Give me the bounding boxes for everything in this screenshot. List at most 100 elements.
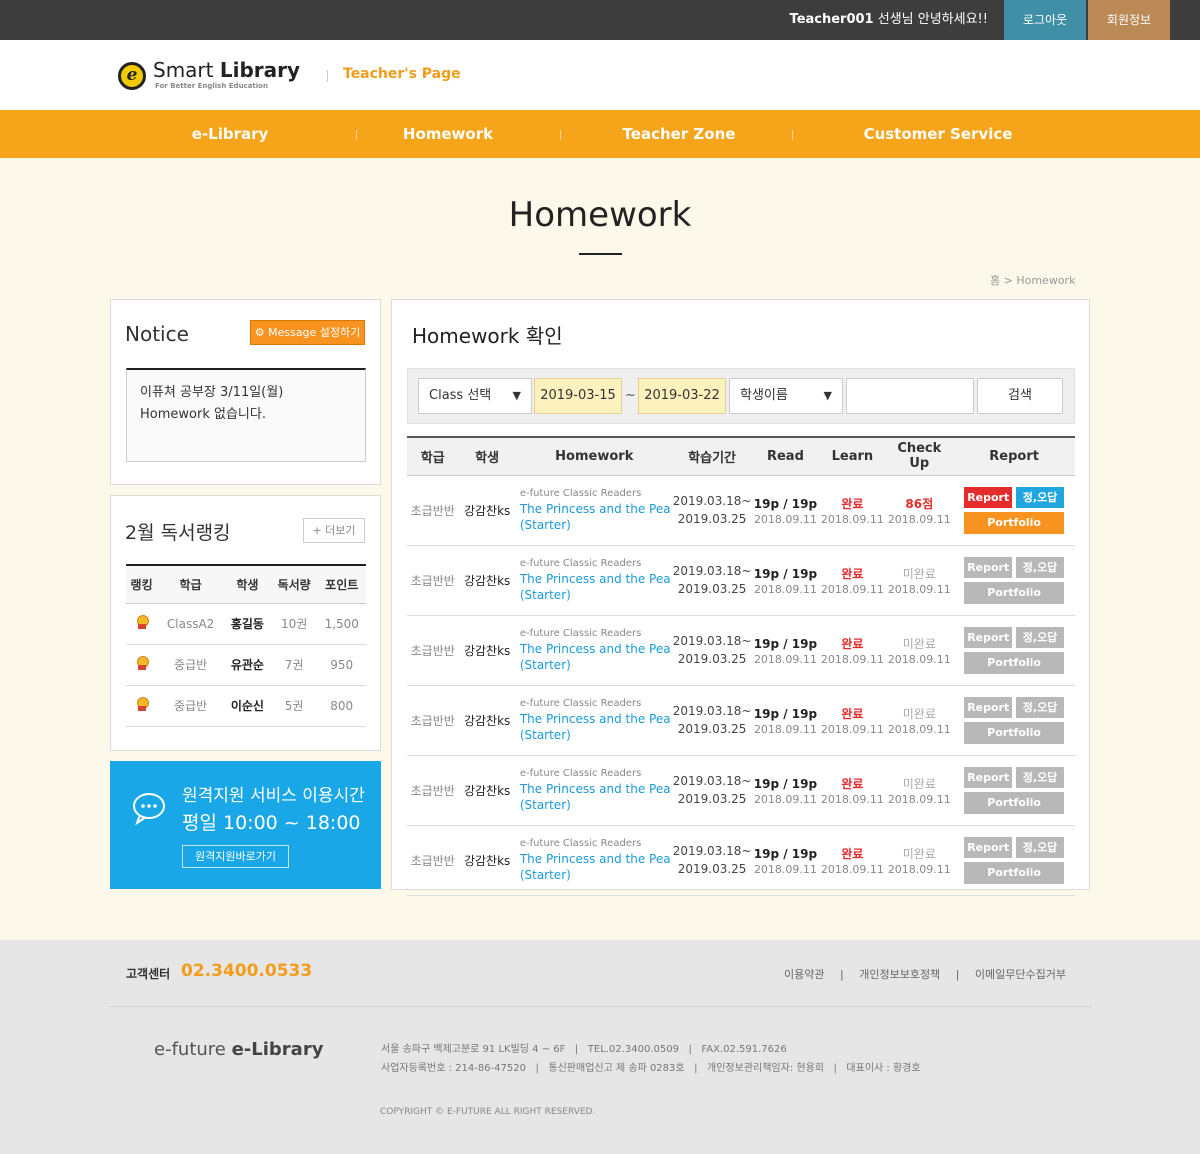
book-title-link[interactable]: The Princess and the Pea (Starter)	[520, 641, 673, 673]
portfolio-button[interactable]: Portfolio	[964, 651, 1065, 674]
learn-status: 완료 2018.09.11	[819, 825, 886, 896]
remote-support-button[interactable]: 원격지원바로가기	[182, 845, 289, 868]
table-row: 초급반반 강감찬ks e-future Classic Readers The Pri…	[407, 545, 1075, 616]
book-title-link[interactable]: The Princess and the Pea (Starter)	[520, 501, 673, 533]
column-header: 독서량	[270, 564, 318, 604]
report-button[interactable]: Report	[964, 696, 1013, 718]
nav-homework[interactable]: Homework	[348, 110, 548, 158]
portfolio-button[interactable]: Portfolio	[964, 721, 1065, 744]
nav-customer-service[interactable]: Customer Service	[838, 110, 1038, 158]
teacher-id: Teacher001	[789, 12, 874, 27]
answers-button[interactable]: 정,오답	[1016, 556, 1065, 578]
search-input[interactable]	[846, 378, 974, 414]
logout-button[interactable]: 로그아웃	[1004, 0, 1086, 40]
support-title: 원격지원 서비스 이용시간	[182, 786, 365, 806]
learn-status: 완료 2018.09.11	[819, 615, 886, 686]
book-title-link[interactable]: The Princess and the Pea (Starter)	[520, 571, 673, 603]
smart-library-logo[interactable]: e Smart Library For Better English Educa…	[118, 58, 308, 94]
report-button[interactable]: Report	[964, 836, 1013, 858]
report-button[interactable]: Report	[964, 626, 1013, 648]
table-row: 초급반반 강감찬ks e-future Classic Readers The Pri…	[407, 685, 1075, 756]
checkup-status: 미완료 2018.09.11	[885, 615, 954, 686]
remote-support-banner: 원격지원 서비스 이용시간 평일 10:00 ~ 18:00 원격지원바로가기	[110, 761, 381, 889]
e-logo-icon: e	[118, 62, 146, 90]
read-status: 19p / 19p 2018.09.11	[751, 755, 820, 826]
portfolio-button[interactable]: Portfolio	[964, 511, 1065, 534]
column-header: 학생	[224, 564, 271, 604]
medal-icon	[136, 615, 149, 629]
company-address: 서울 송파구 백제고분로 91 LK빌딩 4 ~ 6F | TEL.02.340…	[381, 1044, 921, 1074]
column-header: 학습기간	[672, 436, 752, 476]
answers-button[interactable]: 정,오답	[1016, 836, 1065, 858]
student-name: 강감찬ks	[458, 615, 516, 686]
terms-link[interactable]: 이용약관	[784, 968, 824, 981]
portfolio-button[interactable]: Portfolio	[964, 791, 1065, 814]
date-from-field[interactable]: 2019-03-15	[534, 378, 622, 414]
notice-line: Homework 없습니다.	[140, 407, 266, 422]
student-name: 강감찬ks	[458, 755, 516, 826]
teachers-page-label[interactable]: Teacher's Page	[343, 66, 461, 82]
date-to-field[interactable]: 2019-03-22	[638, 378, 726, 414]
read-status: 19p / 19p 2018.09.11	[751, 825, 820, 896]
study-period: 2019.03.18~ 2019.03.25	[672, 825, 752, 896]
notice-title: Notice	[125, 322, 189, 346]
read-status: 19p / 19p 2018.09.11	[751, 685, 820, 756]
book-title-link[interactable]: The Princess and the Pea (Starter)	[520, 781, 673, 813]
student-select[interactable]: 학생이름 ▼	[729, 378, 843, 414]
report-actions: Report 정,오답 Portfolio	[953, 755, 1075, 826]
book-title-link[interactable]: The Princess and the Pea (Starter)	[520, 711, 673, 743]
answers-button[interactable]: 정,오답	[1016, 626, 1065, 648]
footer-divider	[110, 1006, 1092, 1007]
homework-cell: e-future Classic Readers The Princess and…	[515, 615, 673, 686]
search-button[interactable]: 검색	[977, 378, 1063, 414]
customer-center-phone: 02.3400.0533	[181, 961, 313, 981]
privacy-link[interactable]: 개인정보보호정책	[859, 968, 940, 981]
report-button[interactable]: Report	[964, 556, 1013, 578]
checkup-status: 86점 2018.09.11	[885, 475, 954, 546]
footer-logo: e-future e-Library	[154, 1039, 324, 1060]
column-header: Learn	[819, 436, 886, 476]
learn-status: 완료 2018.09.11	[819, 475, 886, 546]
page-title: Homework	[508, 195, 692, 235]
column-header: Read	[751, 436, 820, 476]
nav-e-library[interactable]: e-Library	[130, 110, 330, 158]
study-period: 2019.03.18~ 2019.03.25	[672, 615, 752, 686]
portfolio-button[interactable]: Portfolio	[964, 581, 1065, 604]
ranking-table: 랭킹 학급 학생 독서량 포인트 ClassA2 홍길동 10권 1,500 중급반 유…	[126, 564, 366, 727]
checkup-status: 미완료 2018.09.11	[885, 545, 954, 616]
site-header: e Smart Library For Better English Educa…	[0, 40, 1200, 110]
footer-links: 이용약관 | 개인정보보호정책 | 이메일무단수집거부	[784, 968, 1066, 981]
nav-teacher-zone[interactable]: Teacher Zone	[579, 110, 779, 158]
report-button[interactable]: Report	[964, 766, 1013, 788]
read-status: 19p / 19p 2018.09.11	[751, 615, 820, 686]
class-level: 초급반반	[407, 475, 459, 546]
email-policy-link[interactable]: 이메일무단수집거부	[975, 968, 1066, 981]
nav-separator	[792, 130, 793, 140]
title-underline	[579, 253, 622, 255]
portfolio-button[interactable]: Portfolio	[964, 861, 1065, 884]
medal-icon	[136, 697, 149, 711]
support-hours: 평일 10:00 ~ 18:00	[182, 812, 361, 834]
homework-cell: e-future Classic Readers The Princess and…	[515, 755, 673, 826]
member-info-button[interactable]: 회원정보	[1088, 0, 1170, 40]
report-actions: Report 정,오답 Portfolio	[953, 475, 1075, 546]
breadcrumb: 홈 > Homework	[990, 272, 1075, 288]
answers-button[interactable]: 정,오답	[1016, 486, 1065, 508]
book-title-link[interactable]: The Princess and the Pea (Starter)	[520, 851, 673, 883]
report-button[interactable]: Report	[964, 486, 1013, 508]
notice-line: 이퓨쳐 공부장 3/11일(월)	[140, 385, 284, 400]
answers-button[interactable]: 정,오답	[1016, 696, 1065, 718]
logo-tagline: For Better English Education	[155, 82, 268, 90]
class-select[interactable]: Class 선택 ▼	[418, 378, 532, 414]
report-actions: Report 정,오답 Portfolio	[953, 545, 1075, 616]
book-series: e-future Classic Readers	[519, 768, 642, 779]
checkup-status: 미완료 2018.09.11	[885, 825, 954, 896]
column-header: Check Up	[885, 436, 954, 476]
answers-button[interactable]: 정,오답	[1016, 766, 1065, 788]
table-row: 초급반반 강감찬ks e-future Classic Readers The Pri…	[407, 615, 1075, 686]
more-button[interactable]: + 더보기	[303, 518, 365, 543]
message-settings-button[interactable]: ⚙ Message 설정하기	[250, 320, 365, 345]
book-series: e-future Classic Readers	[519, 698, 642, 709]
breadcrumb-home[interactable]: 홈	[990, 274, 1000, 287]
book-series: e-future Classic Readers	[519, 488, 642, 499]
